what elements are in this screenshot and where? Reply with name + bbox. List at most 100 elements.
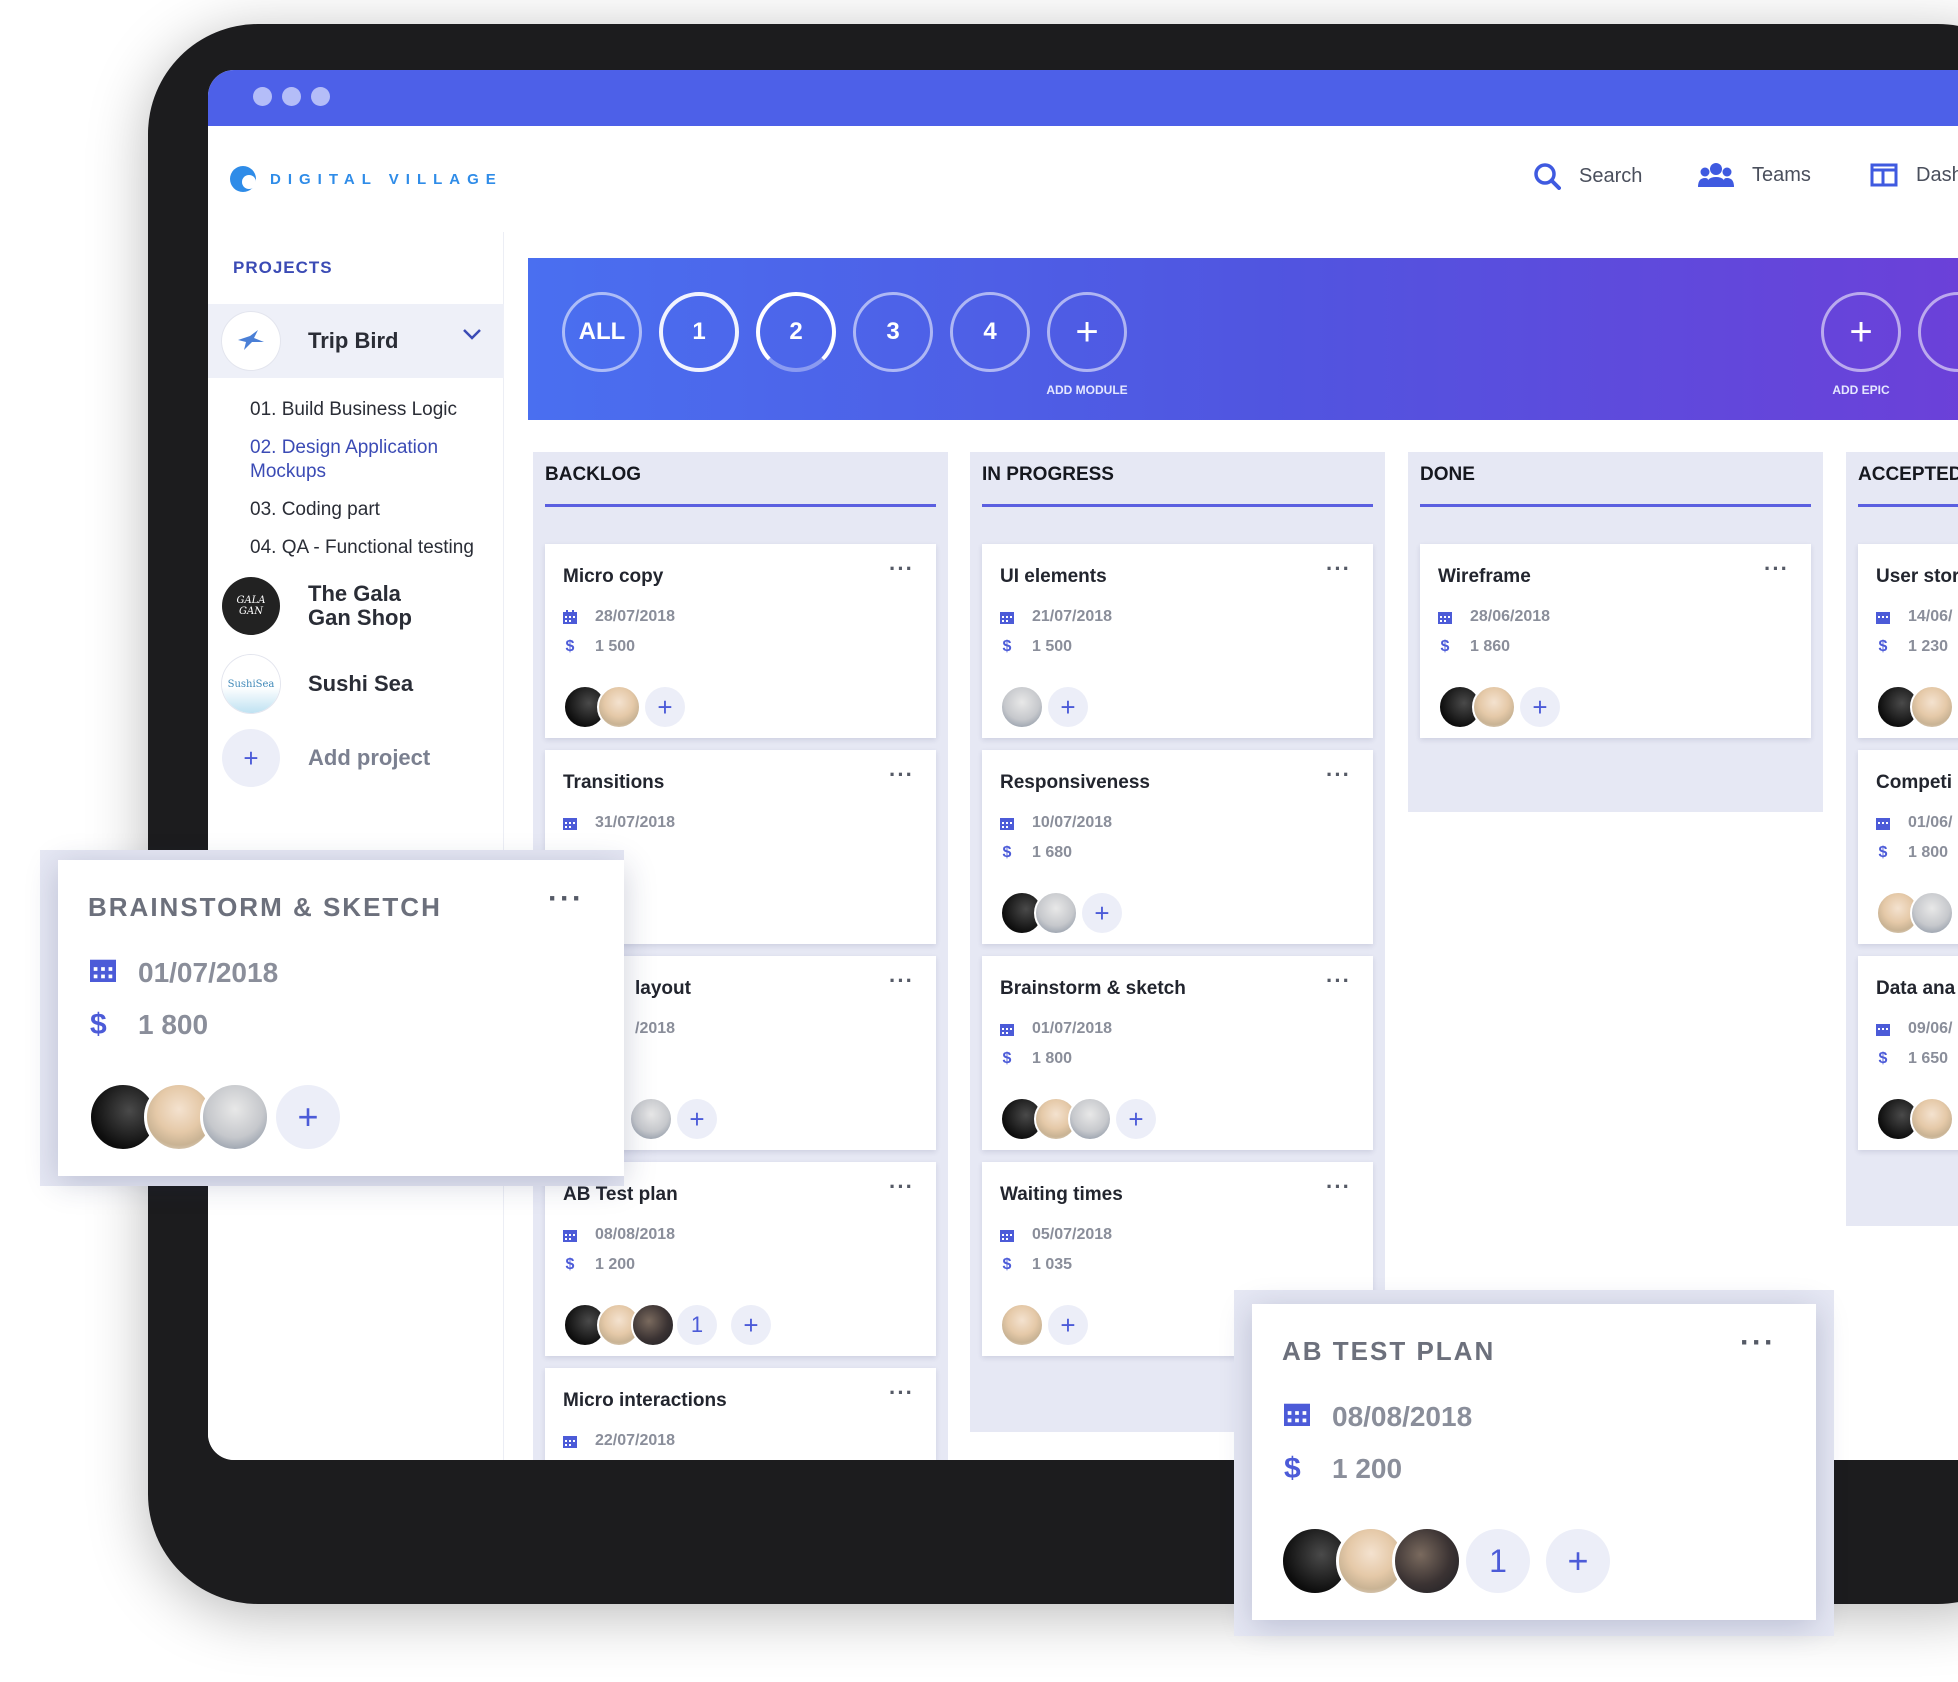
subproject-design-mockups[interactable]: 02. Design Application [250,436,438,460]
module-filter-3[interactable]: 3 [853,292,933,372]
subproject-qa[interactable]: 04. QA - Functional testing [250,536,474,560]
avatar[interactable] [597,685,641,729]
dollar-icon: $ [565,1256,575,1273]
more-options-icon[interactable]: ··· [889,762,914,788]
card-date: 08/08/2018 [563,1226,675,1244]
add-assignee-button[interactable]: + [1048,1305,1088,1345]
add-epic-button[interactable]: + [1821,292,1901,372]
task-card[interactable]: User stor 14/06/ $1 230 [1858,544,1958,738]
dollar-icon: $ [1002,844,1012,861]
subproject-business-logic[interactable]: 01. Build Business Logic [250,398,457,422]
sushi-sea-logo-text: SushiSea [227,678,275,690]
add-assignee-button[interactable]: + [1082,893,1122,933]
card-amount: $1 230 [1876,638,1949,656]
column-in-progress: IN PROGRESS UI elements ··· 21/07/2018 $… [970,452,1385,1432]
subproject-coding[interactable]: 03. Coding part [250,498,380,522]
add-project-button[interactable]: + Add project [208,726,504,790]
column-underline [1858,504,1958,507]
task-card[interactable]: AB Test plan ··· 08/08/2018 $1 200 1 + [545,1162,936,1356]
more-options-icon[interactable]: ··· [889,556,914,582]
card-date: 10/07/2018 [1000,814,1112,832]
more-options-icon[interactable]: ··· [1326,556,1351,582]
window-titlebar [208,70,1958,126]
avatar[interactable] [1472,685,1516,729]
card-title: Micro interactions [563,1390,727,1411]
column-title: ACCEPTED [1858,464,1958,485]
dollar-icon: $ [1440,638,1450,655]
task-card[interactable]: Wireframe ··· 28/06/2018 $1 860 + [1420,544,1811,738]
calendar-icon [563,1228,577,1242]
add-assignee-button[interactable]: + [731,1305,771,1345]
subproject-design-mockups-line2[interactable]: Mockups [250,460,326,484]
card-assignees [1876,685,1954,729]
avatar[interactable] [1910,1097,1954,1141]
task-card[interactable]: Micro interactions ··· 22/07/2018 [545,1368,936,1460]
floating-card-brainstorm[interactable]: BRAINSTORM & SKETCH ··· 01/07/2018 $ 1 8… [58,860,624,1176]
window-minimize-dot[interactable] [282,87,301,106]
avatar[interactable] [200,1082,270,1152]
task-card[interactable]: Responsiveness ··· 10/07/2018 $1 680 + [982,750,1373,944]
task-card[interactable]: Competi 01/06/ $1 800 [1858,750,1958,944]
card-date-value: 08/08/2018 [595,1226,676,1243]
module-filter-4[interactable]: 4 [950,292,1030,372]
add-module-button[interactable]: + [1047,292,1127,372]
project-trip-bird[interactable]: Trip Bird [208,304,504,378]
project-sushi-sea[interactable]: SushiSea Sushi Sea [208,652,504,716]
card-date: 21/07/2018 [1000,608,1112,626]
dollar-icon: $ [90,1008,107,1041]
more-options-icon[interactable]: ··· [1326,1174,1351,1200]
avatar[interactable] [1034,891,1078,935]
card-date-value: 14/06/ [1908,608,1953,625]
add-assignee-button[interactable]: + [1048,687,1088,727]
task-card[interactable]: UI elements ··· 21/07/2018 $1 500 + [982,544,1373,738]
more-options-icon[interactable]: ··· [548,882,584,916]
module-filter-1[interactable]: 1 [659,292,739,372]
card-date-value: 01/06/ [1908,814,1953,831]
more-options-icon[interactable]: ··· [1764,556,1789,582]
avatar[interactable] [1068,1097,1112,1141]
project-gala-gan-shop[interactable]: GALA GAN The Gala Gan Shop [208,574,504,638]
avatar[interactable] [1910,685,1954,729]
add-assignee-button[interactable]: + [645,687,685,727]
module-filter-2[interactable]: 2 [756,292,836,372]
task-card[interactable]: Data ana 09/06/ $1 650 [1858,956,1958,1150]
extra-assignees-count[interactable]: 1 [677,1305,717,1345]
module-filter-all[interactable]: ALL [562,292,642,372]
avatar[interactable] [1000,1303,1044,1347]
avatar[interactable] [629,1097,673,1141]
nav-teams[interactable]: Teams [1698,162,1811,188]
add-assignee-button[interactable]: + [1116,1099,1156,1139]
nav-dashboard[interactable]: Dash [1870,162,1958,188]
more-options-icon[interactable]: ··· [1326,762,1351,788]
window-close-dot[interactable] [253,87,272,106]
brand-logo[interactable]: DIGITAL VILLAGE [230,166,503,192]
extra-assignees-count[interactable]: 1 [1466,1529,1530,1593]
card-assignees: + [1000,891,1122,935]
banner-extra-circle[interactable] [1918,292,1958,372]
window-maximize-dot[interactable] [311,87,330,106]
task-card[interactable]: Brainstorm & sketch ··· 01/07/2018 $1 80… [982,956,1373,1150]
add-assignee-button[interactable]: + [1546,1529,1610,1593]
more-options-icon[interactable]: ··· [889,1174,914,1200]
card-title: Data ana [1876,978,1956,999]
card-date-value: 05/07/2018 [1032,1226,1113,1243]
more-options-icon[interactable]: ··· [1326,968,1351,994]
avatar[interactable] [1392,1526,1462,1596]
card-assignees: + [1000,685,1088,729]
more-options-icon[interactable]: ··· [889,1380,914,1406]
avatar[interactable] [1910,891,1954,935]
add-assignee-button[interactable]: + [1520,687,1560,727]
chevron-down-icon[interactable] [462,327,482,341]
more-options-icon[interactable]: ··· [889,968,914,994]
card-date-value: 09/06/ [1908,1020,1953,1037]
task-card[interactable]: Micro copy ··· 28/07/2018 $1 500 + [545,544,936,738]
column-underline [545,504,936,507]
add-assignee-button[interactable]: + [276,1085,340,1149]
nav-search[interactable]: Search [1533,162,1642,190]
avatar[interactable] [1000,685,1044,729]
floating-card-abtest[interactable]: AB TEST PLAN ··· 08/08/2018 $ 1 200 1 + [1252,1304,1816,1620]
more-options-icon[interactable]: ··· [1740,1326,1776,1360]
add-assignee-button[interactable]: + [677,1099,717,1139]
avatar[interactable] [631,1303,675,1347]
card-title: Waiting times [1000,1184,1123,1205]
